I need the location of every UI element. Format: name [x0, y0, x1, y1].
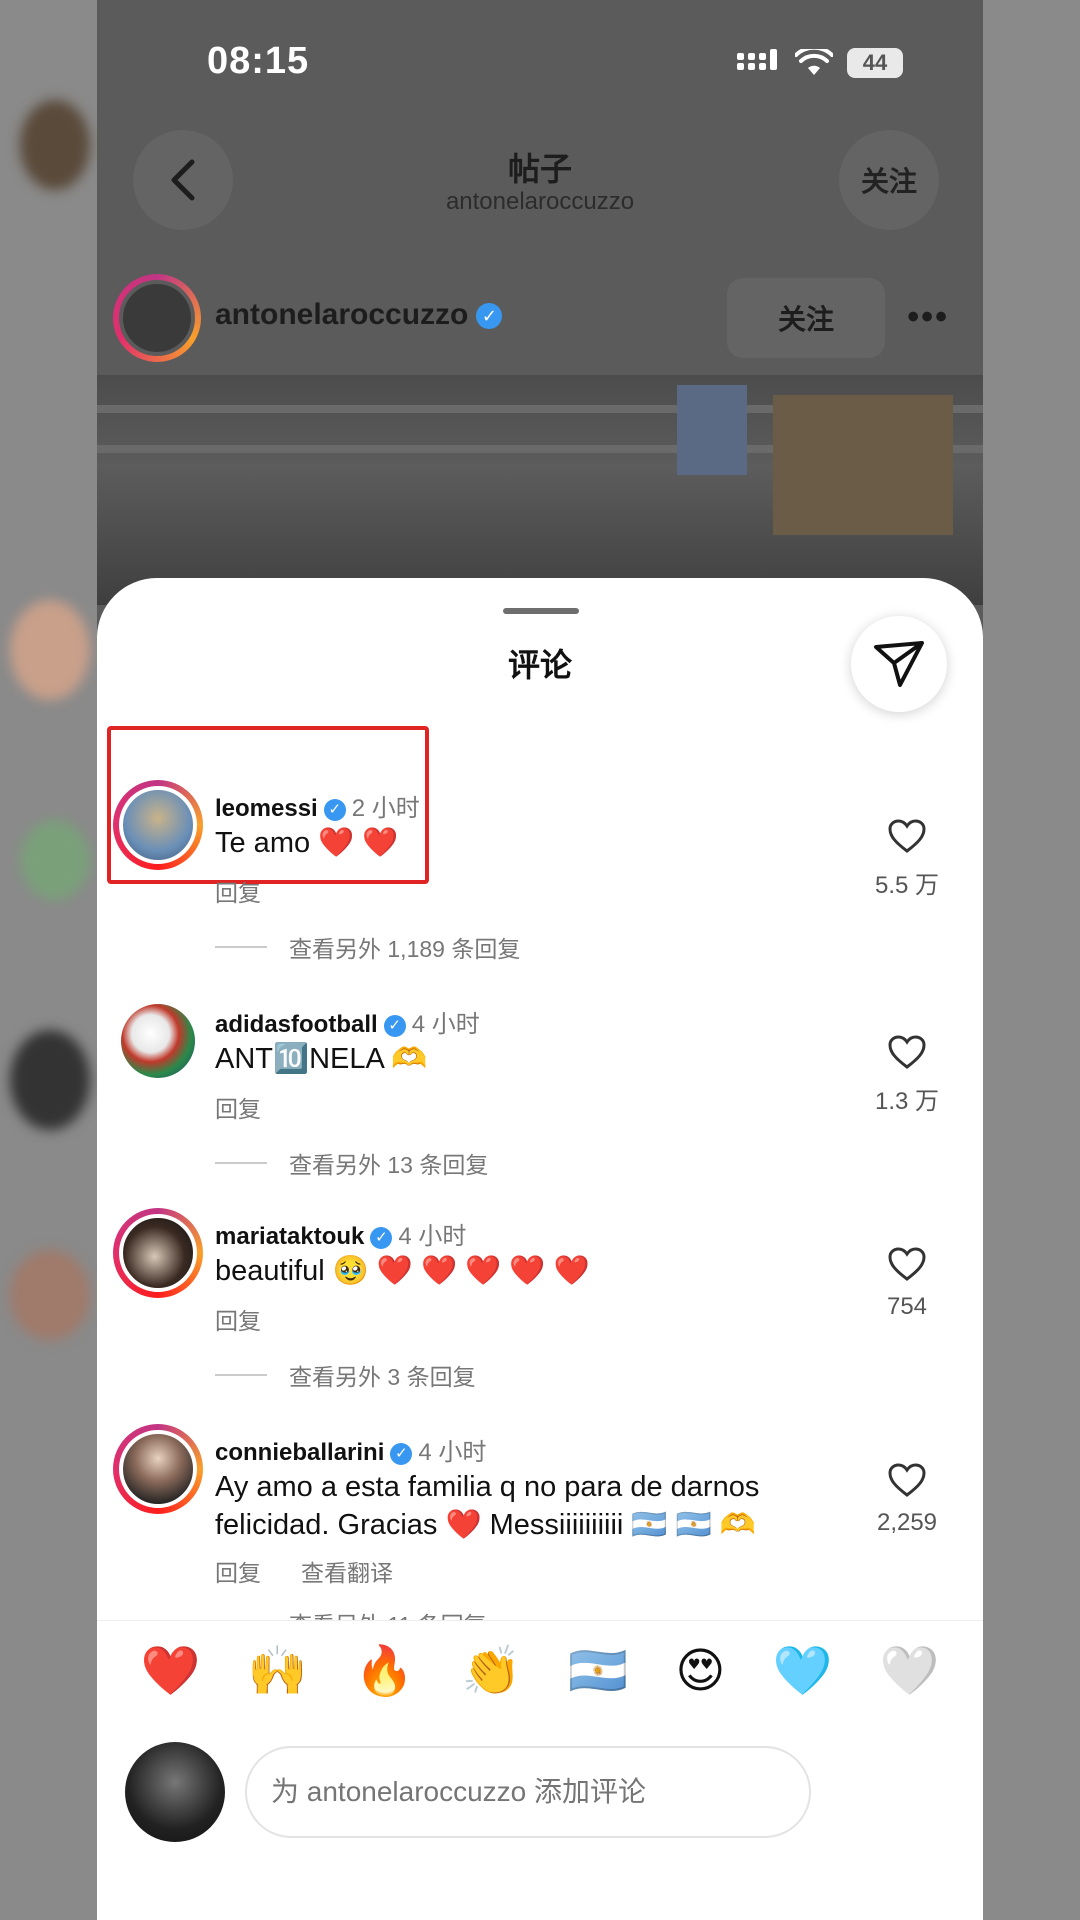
comment-item: adidasfootball ✓ 4 小时 ANT🔟NELA 🫶 回复 查看另外 1… — [97, 996, 983, 1196]
background-right — [983, 0, 1080, 1920]
verified-icon: ✓ — [383, 1014, 406, 1037]
emoji-heart-eyes-button[interactable]: 😍 — [675, 1643, 725, 1699]
like-control[interactable]: 754 — [867, 1246, 947, 1321]
heart-icon — [888, 1463, 926, 1497]
follow-button[interactable]: 关注 — [727, 278, 885, 358]
comment-input[interactable] — [245, 1746, 811, 1838]
view-replies-button[interactable]: 查看另外 3 条回复 — [215, 1358, 476, 1392]
comment-username[interactable]: connieballarini ✓ 4 小时 — [215, 1432, 486, 1467]
comment-avatar[interactable] — [113, 1208, 203, 1298]
comment-avatar[interactable] — [113, 780, 203, 870]
verified-icon: ✓ — [390, 1442, 413, 1465]
translate-button[interactable]: 查看翻译 — [301, 1554, 393, 1588]
post-image — [97, 375, 983, 605]
send-icon — [874, 641, 924, 687]
comment-item: connieballarini ✓ 4 小时 Ay amo a esta famil… — [97, 1424, 983, 1638]
like-count: 5.5 万 — [874, 872, 940, 899]
status-bar: 08:15 44 — [97, 0, 983, 120]
post-author-username: antonelaroccuzzo — [215, 298, 469, 331]
post-author-name[interactable]: antonelaroccuzzo ✓ — [215, 298, 503, 332]
verified-icon: ✓ — [370, 1226, 393, 1249]
battery-indicator: 44 — [847, 48, 903, 78]
like-control[interactable]: 5.5 万 — [867, 818, 947, 900]
comment-item: leomessi ✓ 2 小时 Te amo ❤️ ❤️ 回复 查看另外 1,189… — [97, 726, 983, 980]
status-icons: 44 — [737, 48, 903, 78]
comment-avatar[interactable] — [113, 996, 203, 1086]
heart-icon — [888, 1247, 926, 1281]
reply-button[interactable]: 回复 — [215, 1554, 261, 1588]
emoji-heart-button[interactable]: ❤️ — [141, 1642, 201, 1699]
comment-username[interactable]: mariataktouk ✓ 4 小时 — [215, 1216, 466, 1251]
sheet-drag-handle[interactable] — [503, 608, 579, 614]
reply-button[interactable]: 回复 — [215, 874, 261, 908]
comment-text: Ay amo a esta familia q no para de darno… — [215, 1471, 760, 1541]
view-replies-button[interactable]: 查看另外 1,189 条回复 — [215, 930, 520, 964]
reply-button[interactable]: 回复 — [215, 1090, 261, 1124]
emoji-argentina-flag-button[interactable]: 🇦🇷 — [568, 1642, 628, 1699]
comment-text: beautiful 🥹 ❤️ ❤️ ❤️ ❤️ ❤️ — [215, 1255, 590, 1287]
emoji-light-blue-heart-button[interactable]: 🩵 — [773, 1642, 833, 1699]
heart-icon — [888, 819, 926, 853]
like-count: 754 — [886, 1293, 928, 1320]
post-header: antonelaroccuzzo ✓ 关注 ••• — [97, 270, 983, 370]
comment-composer — [97, 1720, 983, 1850]
view-replies-button[interactable]: 查看另外 13 条回复 — [215, 1146, 488, 1180]
comments-sheet: 评论 leomessi ✓ 2 小时 Te amo ❤️ ❤️ 回复 查看另外 1,… — [97, 578, 983, 1920]
comment-time: 4 小时 — [418, 1439, 487, 1466]
wifi-icon — [795, 49, 833, 75]
post-author-avatar[interactable] — [113, 274, 201, 362]
phone-screen: 08:15 44 帖子 antonelaroccuzzo 关注 antonela… — [97, 0, 983, 1920]
comment-username[interactable]: leomessi ✓ 2 小时 — [215, 788, 420, 823]
emoji-reaction-bar: ❤️ 🙌 🔥 👏 🇦🇷 😍 🩵 🤍 — [97, 1620, 983, 1720]
signal-icon — [737, 49, 777, 70]
comment-time: 4 小时 — [411, 1011, 480, 1038]
status-time: 08:15 — [207, 40, 310, 82]
comment-item: mariataktouk ✓ 4 小时 beautiful 🥹 ❤️ ❤️ ❤️ ❤… — [97, 1208, 983, 1408]
comment-time: 4 小时 — [398, 1223, 467, 1250]
comment-avatar[interactable] — [113, 1424, 203, 1514]
background-left — [0, 0, 97, 1920]
comment-time: 2 小时 — [351, 795, 420, 822]
top-bar: 帖子 antonelaroccuzzo 关注 — [97, 130, 983, 240]
like-count: 1.3 万 — [874, 1088, 940, 1115]
heart-icon — [888, 1035, 926, 1069]
follow-button-top[interactable]: 关注 — [839, 130, 939, 230]
verified-icon: ✓ — [323, 798, 346, 821]
emoji-white-heart-button[interactable]: 🤍 — [880, 1642, 940, 1699]
emoji-fire-button[interactable]: 🔥 — [355, 1642, 415, 1699]
more-options-icon[interactable]: ••• — [907, 298, 949, 337]
comment-text: ANT🔟NELA 🫶 — [215, 1043, 428, 1075]
like-control[interactable]: 1.3 万 — [867, 1034, 947, 1116]
emoji-clap-button[interactable]: 👏 — [461, 1642, 521, 1699]
current-user-avatar — [125, 1742, 225, 1842]
like-control[interactable]: 2,259 — [867, 1462, 947, 1537]
share-button[interactable] — [851, 616, 947, 712]
comment-username[interactable]: adidasfootball ✓ 4 小时 — [215, 1004, 480, 1039]
emoji-raised-hands-button[interactable]: 🙌 — [248, 1642, 308, 1699]
reply-button[interactable]: 回复 — [215, 1302, 261, 1336]
comment-text: Te amo ❤️ ❤️ — [215, 827, 399, 859]
like-count: 2,259 — [876, 1509, 938, 1536]
verified-icon: ✓ — [476, 303, 503, 330]
